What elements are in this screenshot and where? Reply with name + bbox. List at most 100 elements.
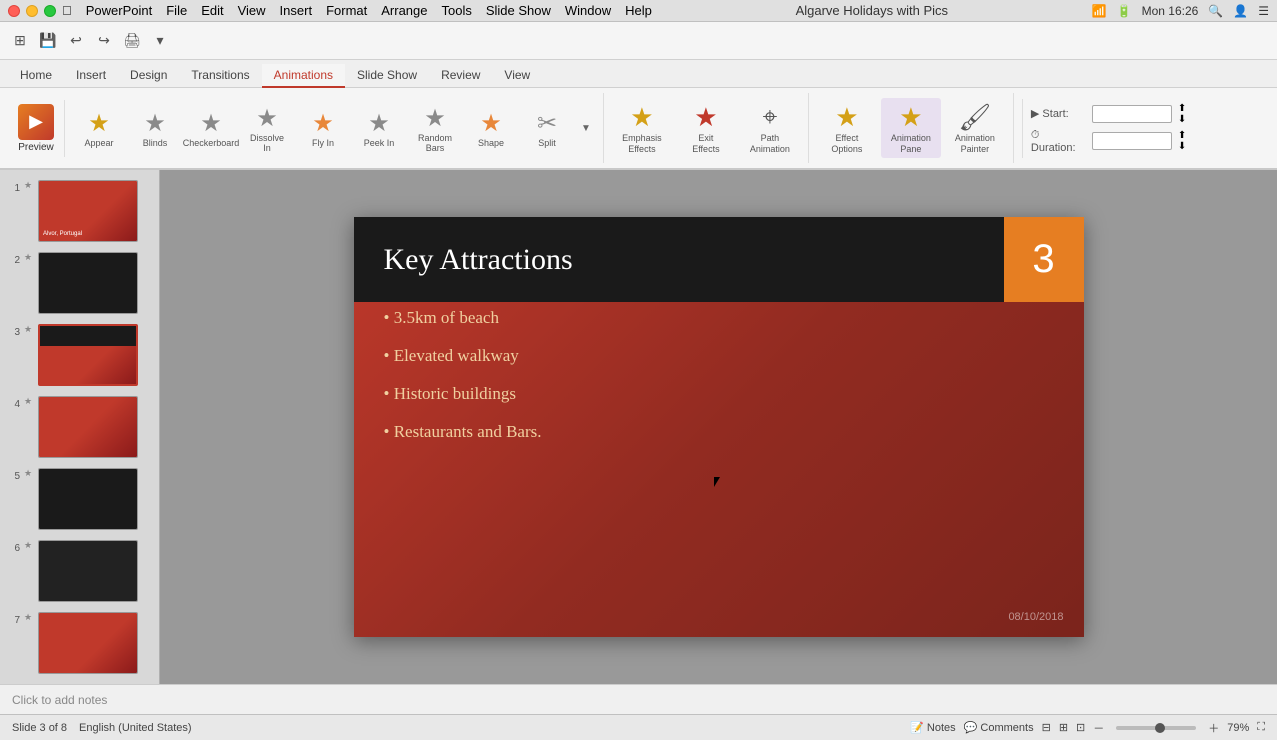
user-icon[interactable]: 👤 [1233, 4, 1248, 18]
tab-insert[interactable]: Insert [64, 64, 118, 88]
slide-img-6[interactable] [38, 540, 138, 602]
slide-sorter-btn[interactable]: ⊞ [1059, 721, 1068, 734]
animation-painter-btn[interactable]: 🖌 AnimationPainter [945, 98, 1005, 159]
split-label: Split [538, 138, 556, 148]
slide-thumb-5[interactable]: 5 ★ [4, 466, 155, 532]
slide-star-5: ★ [24, 468, 34, 479]
fit-slide-btn[interactable]: ⛶ [1257, 721, 1265, 734]
duration-row: ⏱ Duration: ⬆⬇ [1031, 129, 1186, 154]
menu-format[interactable]: Format [326, 3, 367, 18]
more-btn[interactable]: ▾ [148, 29, 172, 53]
menu-help[interactable]: Help [625, 3, 652, 18]
dissolvein-label: Dissolve In [246, 133, 288, 153]
slide-info: Slide 3 of 8 [12, 722, 67, 734]
menu-insert[interactable]: Insert [280, 3, 313, 18]
slide-img-2[interactable] [38, 252, 138, 314]
slide-thumb-1[interactable]: 1 ★ Alvor, Portugal [4, 178, 155, 244]
menu-arrange[interactable]: Arrange [381, 3, 427, 18]
canvas-area[interactable]: Key Attractions 3 3.5km of beach Elevate… [160, 170, 1277, 684]
slide-thumb-4[interactable]: 4 ★ [4, 394, 155, 460]
anim-flyin-btn[interactable]: ★ Fly In [297, 107, 349, 150]
close-button[interactable] [8, 5, 20, 17]
tab-animations[interactable]: Animations [262, 64, 345, 88]
tab-review[interactable]: Review [429, 64, 492, 88]
slide-thumb-6[interactable]: 6 ★ [4, 538, 155, 604]
sidebar-toggle-btn[interactable]: ⊞ [8, 29, 32, 53]
start-label: ▶ Start: [1031, 107, 1086, 120]
ribbon-content: ▶ Preview ★ Appear ★ Blinds ★ Checkerboa… [0, 88, 1277, 168]
anim-scroll-down[interactable]: ▼ [577, 121, 595, 136]
anim-randombars-btn[interactable]: ★ Random Bars [409, 102, 461, 155]
minimize-button[interactable] [26, 5, 38, 17]
redo-btn[interactable]: ↪ [92, 29, 116, 53]
title-bar-left:  PowerPoint File Edit View Insert Forma… [8, 3, 652, 18]
slide-img-4[interactable] [38, 396, 138, 458]
start-input[interactable] [1092, 105, 1172, 123]
print-btn[interactable]: 🖨 [120, 29, 144, 53]
duration-stepper[interactable]: ⬆⬇ [1178, 130, 1186, 152]
menu-tools[interactable]: Tools [441, 3, 471, 18]
anim-split-btn[interactable]: ✂ Split [521, 107, 573, 150]
tab-home[interactable]: Home [8, 64, 64, 88]
reading-view-btn[interactable]: ⊡ [1076, 721, 1085, 734]
menu-file[interactable]: File [166, 3, 187, 18]
path-animation-label: PathAnimation [750, 133, 790, 155]
peekin-icon: ★ [368, 109, 390, 138]
animation-pane-btn[interactable]: ★ AnimationPane [881, 98, 941, 159]
anim-appear-btn[interactable]: ★ Appear [73, 107, 125, 150]
appear-label: Appear [84, 138, 113, 148]
anim-checkerboard-btn[interactable]: ★ Checkerboard [185, 107, 237, 150]
main-slide[interactable]: Key Attractions 3 3.5km of beach Elevate… [354, 217, 1084, 637]
zoom-slider[interactable] [1116, 726, 1196, 730]
flyin-label: Fly In [312, 138, 334, 148]
duration-input[interactable] [1092, 132, 1172, 150]
tab-view[interactable]: View [492, 64, 542, 88]
apple-menu[interactable]:  [62, 3, 72, 18]
save-btn[interactable]: 💾 [36, 29, 60, 53]
anim-dissolvein-btn[interactable]: ★ Dissolve In [241, 102, 293, 155]
fullscreen-button[interactable] [44, 5, 56, 17]
zoom-thumb[interactable] [1155, 723, 1165, 733]
start-stepper[interactable]: ⬆⬇ [1178, 103, 1186, 125]
normal-view-btn[interactable]: ⊟ [1042, 721, 1051, 734]
menu-view[interactable]: View [238, 3, 266, 18]
slide-img-7[interactable] [38, 612, 138, 674]
path-animation-icon: ⌖ [763, 101, 778, 133]
document-title: Algarve Holidays with Pics [796, 3, 948, 18]
main-area: 1 ★ Alvor, Portugal 2 ★ 3 ★ 4 ★ [0, 170, 1277, 684]
emphasis-effects-btn[interactable]: ★ EmphasisEffects [612, 98, 672, 159]
tab-slideshow[interactable]: Slide Show [345, 64, 429, 88]
menu-powerpoint[interactable]: PowerPoint [86, 3, 152, 18]
anim-blinds-btn[interactable]: ★ Blinds [129, 107, 181, 150]
effect-options-btn[interactable]: ★ EffectOptions [817, 98, 877, 159]
status-bar: Slide 3 of 8 English (United States) 📝 N… [0, 714, 1277, 740]
zoom-out-btn[interactable]: － [1093, 720, 1104, 736]
slide-thumb-8[interactable]: 8 ★ [4, 682, 155, 684]
menu-window[interactable]: Window [565, 3, 611, 18]
slide-thumb-7[interactable]: 7 ★ [4, 610, 155, 676]
menu-icon[interactable]: ☰ [1258, 4, 1269, 18]
slide-img-1[interactable]: Alvor, Portugal [38, 180, 138, 242]
anim-shape-btn[interactable]: ★ Shape [465, 107, 517, 150]
menu-slideshow[interactable]: Slide Show [486, 3, 551, 18]
comments-btn[interactable]: 💬 Comments [964, 721, 1034, 734]
search-icon[interactable]: 🔍 [1208, 4, 1223, 18]
preview-button[interactable]: ▶ Preview [8, 100, 65, 157]
undo-btn[interactable]: ↩ [64, 29, 88, 53]
slide-img-5[interactable] [38, 468, 138, 530]
language-info: English (United States) [79, 722, 192, 734]
title-bar:  PowerPoint File Edit View Insert Forma… [0, 0, 1277, 22]
bullet-3: Historic buildings [384, 383, 542, 405]
notes-btn[interactable]: 📝 Notes [910, 721, 956, 734]
slide-img-3[interactable] [38, 324, 138, 386]
tab-design[interactable]: Design [118, 64, 179, 88]
zoom-in-btn[interactable]: ＋ [1208, 720, 1219, 736]
slide-thumb-2[interactable]: 2 ★ [4, 250, 155, 316]
preview-icon: ▶ [18, 104, 54, 140]
menu-edit[interactable]: Edit [201, 3, 223, 18]
exit-effects-btn[interactable]: ★ ExitEffects [676, 98, 736, 159]
path-animation-btn[interactable]: ⌖ PathAnimation [740, 97, 800, 159]
anim-peekin-btn[interactable]: ★ Peek In [353, 107, 405, 150]
slide-thumb-3[interactable]: 3 ★ [4, 322, 155, 388]
tab-transitions[interactable]: Transitions [179, 64, 261, 88]
